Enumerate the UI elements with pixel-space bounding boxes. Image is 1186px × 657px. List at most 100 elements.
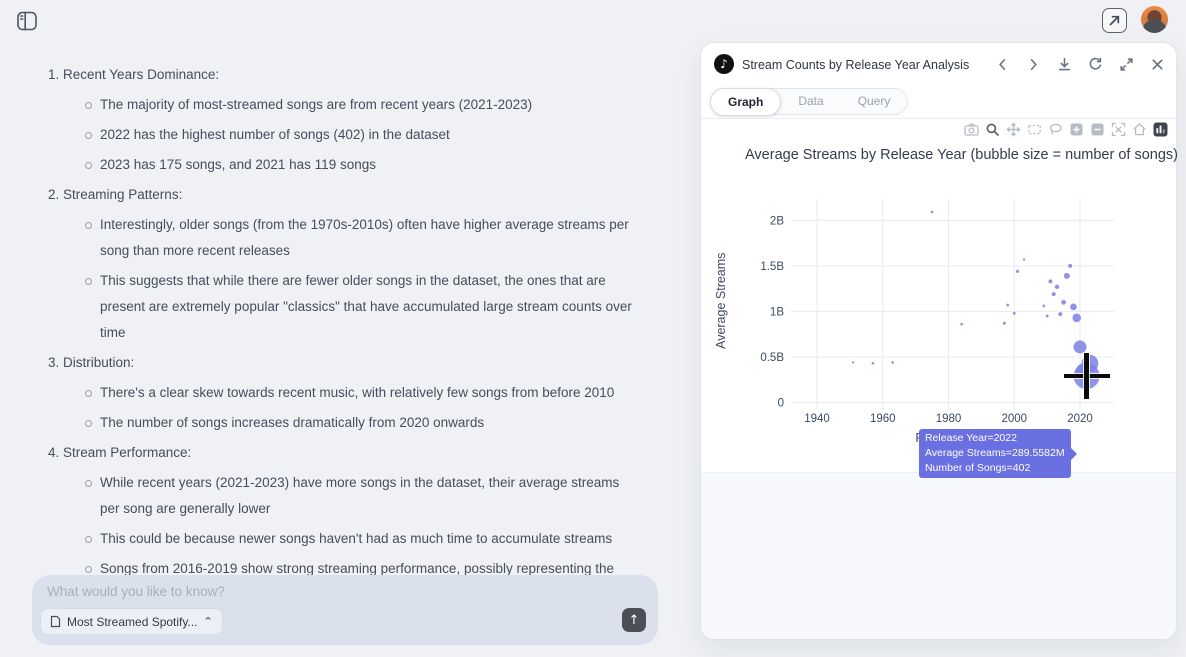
tab-graph[interactable]: Graph [710,88,781,116]
pan-icon[interactable] [1006,122,1021,137]
chevron-right-icon[interactable] [1025,56,1042,73]
bubble-year-2014[interactable] [1058,312,1062,316]
bubble-year-2013[interactable] [1055,285,1059,289]
panel-title: Stream Counts by Release Year Analysis [742,58,969,72]
send-button[interactable]: ↑ [622,608,646,632]
box-select-icon[interactable] [1027,122,1042,137]
open-external-button[interactable] [1102,8,1127,33]
chat-composer[interactable]: What would you like to know? Most Stream… [32,575,658,645]
bullet-marker [85,536,92,543]
bubble-year-1975[interactable] [931,211,934,214]
bullet-marker [85,222,92,229]
app-logo-icon: ♪ [714,54,734,74]
bullet-marker [85,390,92,397]
sidebar-toggle-icon[interactable] [14,8,39,33]
bullet-item: While recent years (2021-2023) have more… [85,470,633,522]
bullet-marker [85,566,92,573]
tooltip-line: Number of Songs=402 [925,461,1065,476]
bullet-marker [85,278,92,285]
section-title: 3. Distribution: [48,350,648,376]
section-title: 1. Recent Years Dominance: [48,62,648,88]
chart-title: Average Streams by Release Year (bubble … [745,147,1178,163]
bubble-year-2016[interactable] [1064,273,1070,279]
section-title: 4. Stream Performance: [48,440,648,466]
bubble-year-2012[interactable] [1052,292,1056,296]
bullet-text: While recent years (2021-2023) have more… [100,470,633,522]
panel-lower-area [701,472,1176,639]
crosshair-cursor [1084,353,1089,399]
bullet-marker [85,162,92,169]
bullet-text: The majority of most-streamed songs are … [100,92,532,118]
analysis-content: 1. Recent Years Dominance: The majority o… [48,62,648,638]
tab-data[interactable]: Data [781,89,840,114]
bullet-marker [85,480,92,487]
zoom-out-icon[interactable] [1090,122,1105,137]
bubble-year-2000[interactable] [1013,312,1016,315]
camera-icon[interactable] [964,122,979,137]
document-icon [50,615,61,628]
bubble-year-2017[interactable] [1068,264,1072,268]
x-tick-label: 1980 [936,413,962,425]
y-tick-label: 1B [770,306,784,318]
close-icon[interactable] [1149,56,1166,73]
bubble-year-1951[interactable] [852,361,854,363]
tooltip-line: Release Year=2022 [925,431,1065,446]
x-tick-label: 2000 [1001,413,1027,425]
expand-icon[interactable] [1118,56,1135,73]
bullet-text: There's a clear skew towards recent musi… [100,380,614,406]
panel-header: ♪ Stream Counts by Release Year Analysis [701,43,1176,87]
bubble-year-1998[interactable] [1006,304,1009,307]
bubble-year-1984[interactable] [960,323,963,326]
bullet-text: This suggests that while there are fewer… [100,268,633,346]
refresh-icon[interactable] [1087,56,1104,73]
chat-input-placeholder[interactable]: What would you like to know? [47,584,225,599]
y-tick-label: 0 [778,398,784,410]
bullet-text: This could be because newer songs haven'… [100,526,612,552]
autoscale-icon[interactable] [1111,122,1126,137]
lasso-icon[interactable] [1048,122,1063,137]
bullet-item: The number of songs increases dramatical… [85,410,633,436]
bubble-year-2011[interactable] [1048,279,1052,283]
bubble-year-2015[interactable] [1061,300,1066,305]
bubble-year-2010[interactable] [1046,315,1049,318]
home-icon[interactable] [1132,122,1147,137]
bubble-year-1997[interactable] [1003,322,1006,325]
attachment-label: Most Streamed Spotify... [67,615,198,629]
section-title: 2. Streaming Patterns: [48,182,648,208]
bullet-text: Interestingly, older songs (from the 197… [100,212,633,264]
bullet-item: This suggests that while there are fewer… [85,268,633,346]
attachment-chip[interactable]: Most Streamed Spotify... ⌃ [40,608,223,635]
bullet-marker [85,420,92,427]
panel-nav [994,56,1166,73]
x-tick-label: 1940 [804,413,830,425]
bullet-item: 2022 has the highest number of songs (40… [85,122,633,148]
bubble-year-2009[interactable] [1042,305,1045,308]
bullet-item: 2023 has 175 songs, and 2021 has 119 son… [85,152,633,178]
user-avatar[interactable] [1141,6,1168,33]
x-tick-label: 1960 [870,413,896,425]
bubble-year-2018[interactable] [1070,303,1077,310]
bubble-year-2019[interactable] [1072,313,1081,322]
y-axis-title: Average Streams [714,253,728,349]
chevron-left-icon[interactable] [994,56,1011,73]
bubble-year-2003[interactable] [1023,258,1025,260]
download-icon[interactable] [1056,56,1073,73]
zoom-in-icon[interactable] [1069,122,1084,137]
tab-query[interactable]: Query [841,89,908,114]
bullet-item: This could be because newer songs haven'… [85,526,633,552]
bubble-year-2020[interactable] [1074,340,1087,353]
bullet-marker [85,132,92,139]
bubble-year-1963[interactable] [891,361,894,364]
plotly-modebar [964,122,1168,137]
zoom-icon[interactable] [985,122,1000,137]
bullet-item: Interestingly, older songs (from the 197… [85,212,633,264]
plotly-logo-icon[interactable] [1153,122,1168,137]
bullet-item: There's a clear skew towards recent musi… [85,380,633,406]
bullet-marker [85,102,92,109]
chart-panel: ♪ Stream Counts by Release Year Analysis… [700,42,1177,640]
bubble-year-2001[interactable] [1016,270,1019,273]
send-arrow-icon: ↑ [629,613,640,628]
y-tick-label: 0.5B [760,352,784,364]
bullet-text: The number of songs increases dramatical… [100,410,484,436]
bubble-year-1957[interactable] [872,362,875,365]
